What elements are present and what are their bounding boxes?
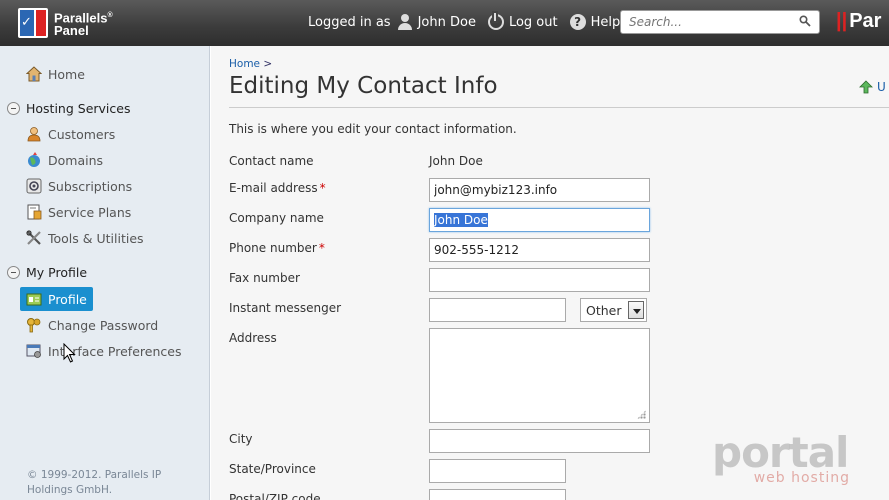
state-label: State/Province	[229, 462, 316, 476]
portal-watermark: portal web hosting	[712, 428, 862, 487]
service-plans-icon	[27, 204, 42, 220]
section-my-profile[interactable]: My Profile	[7, 265, 87, 280]
email-label: E-mail address *	[229, 181, 326, 195]
phone-field[interactable]	[429, 238, 650, 262]
user-area: Logged in as John Doe Log out ? Help	[308, 13, 632, 30]
power-icon	[487, 13, 504, 30]
company-name-field[interactable]: John Doe	[429, 208, 650, 232]
intro-text: This is where you edit your contact info…	[229, 122, 517, 136]
help-button[interactable]: ? Help	[569, 14, 621, 30]
contact-name-value: John Doe	[429, 154, 483, 168]
home-icon	[26, 66, 42, 82]
copyright-text: © 1999-2012. Parallels IP Holdings GmbH.	[27, 469, 162, 496]
instant-messenger-label: Instant messenger	[229, 301, 342, 315]
breadcrumb: Home >	[229, 58, 273, 70]
breadcrumb-home-link[interactable]: Home	[229, 58, 260, 70]
sidebar-item-subscriptions[interactable]: Subscriptions	[26, 178, 132, 194]
company-name-selected-text: John Doe	[434, 213, 488, 227]
key-icon	[27, 318, 41, 333]
sidebar-item-profile[interactable]: Profile	[26, 291, 87, 307]
sidebar-item-service-plans[interactable]: Service Plans	[26, 204, 131, 220]
sidebar-item-change-password[interactable]: Change Password	[26, 317, 158, 333]
phone-label: Phone number *	[229, 241, 325, 255]
logged-in-label: Logged in as	[308, 14, 391, 30]
sidebar-item-interface-preferences[interactable]: Interface Preferences	[26, 343, 181, 359]
parallels-panel-logo[interactable]: ✓ Parallels® Panel	[18, 8, 113, 38]
search-icon[interactable]	[799, 15, 811, 27]
state-field[interactable]	[429, 459, 566, 483]
resize-grip-icon[interactable]	[637, 410, 646, 419]
collapse-icon	[7, 102, 20, 115]
mouse-cursor-icon	[63, 343, 76, 363]
top-bar: ✓ Parallels® Panel Logged in as John Doe…	[0, 0, 889, 46]
logo-line-2: Panel	[54, 23, 89, 39]
brand-bars-icon: ||	[836, 10, 848, 32]
interface-preferences-icon	[26, 344, 41, 358]
instant-messenger-field[interactable]	[429, 298, 566, 322]
profile-card-icon	[26, 293, 42, 306]
globe-icon	[28, 152, 40, 167]
parallels-logo-icon: ✓	[18, 8, 48, 38]
dropdown-arrow-icon[interactable]	[628, 301, 644, 319]
company-name-label: Company name	[229, 211, 324, 225]
search-input[interactable]	[621, 11, 786, 33]
up-level-link[interactable]: U	[859, 80, 886, 94]
fax-field[interactable]	[429, 268, 650, 292]
tools-icon	[26, 230, 41, 245]
help-label: Help	[590, 14, 621, 30]
user-icon	[397, 14, 413, 30]
collapse-icon	[7, 266, 20, 279]
help-icon: ?	[569, 14, 586, 30]
city-label: City	[229, 432, 253, 446]
fax-label: Fax number	[229, 271, 300, 285]
title-divider	[229, 107, 889, 108]
watermark-main: portal	[712, 428, 849, 477]
address-textarea[interactable]	[429, 328, 650, 423]
search-box	[620, 10, 820, 34]
customer-icon	[27, 127, 41, 142]
subscriptions-icon	[26, 178, 42, 194]
email-field[interactable]	[429, 178, 650, 202]
zip-field[interactable]	[429, 489, 566, 500]
logout-button[interactable]: Log out	[487, 13, 558, 30]
messenger-type-select[interactable]: Other	[580, 298, 647, 322]
logout-label: Log out	[508, 14, 558, 30]
sidebar-item-home[interactable]: Home	[26, 66, 85, 82]
city-field[interactable]	[429, 429, 650, 453]
user-name-link[interactable]: John Doe	[418, 15, 476, 30]
sidebar-item-customers[interactable]: Customers	[26, 126, 115, 142]
sidebar-item-tools-utilities[interactable]: Tools & Utilities	[26, 230, 144, 246]
address-label: Address	[229, 331, 277, 345]
page-title: Editing My Contact Info	[229, 73, 498, 99]
zip-label: Postal/ZIP code	[229, 492, 321, 500]
up-arrow-icon	[859, 80, 873, 94]
section-hosting-services[interactable]: Hosting Services	[7, 101, 130, 116]
messenger-type-value: Other	[586, 302, 622, 318]
brand-right: || Par	[836, 10, 882, 32]
contact-name-label: Contact name	[229, 154, 314, 168]
sidebar-item-domains[interactable]: Domains	[26, 152, 103, 168]
sidebar: Home Hosting Services Customers Domains …	[0, 46, 210, 500]
